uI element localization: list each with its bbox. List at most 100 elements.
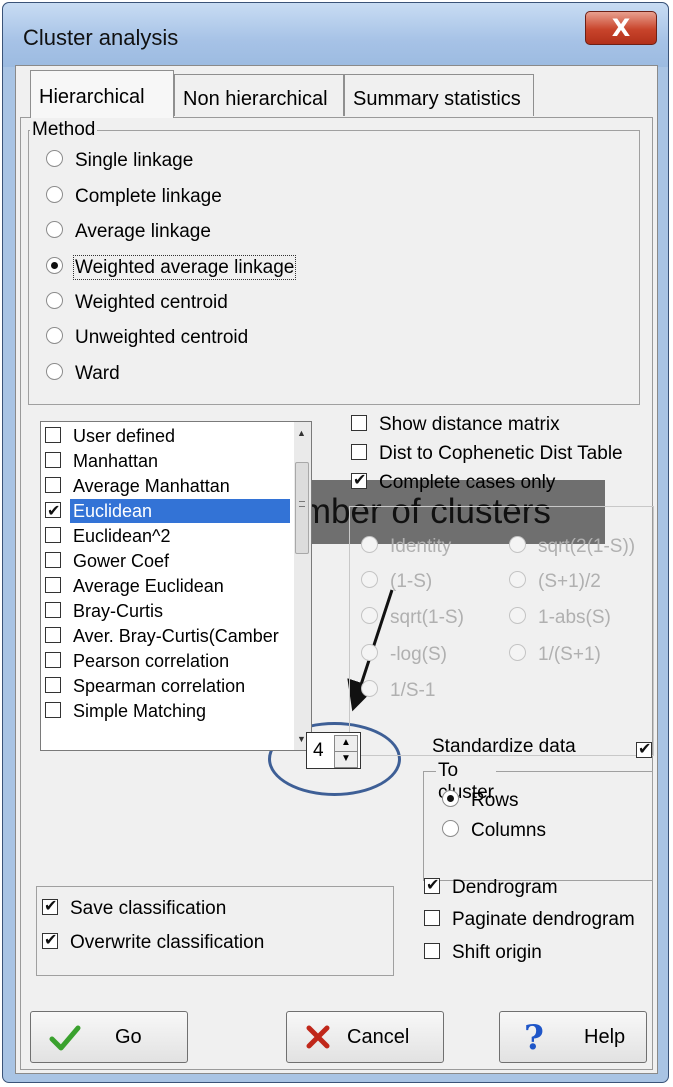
cancel-button[interactable]: Cancel: [286, 1011, 444, 1063]
help-button-label: Help: [584, 1026, 626, 1048]
distance-listbox[interactable]: User defined Manhattan Average Manhattan…: [40, 421, 312, 751]
list-item[interactable]: Euclidean: [41, 499, 296, 524]
scroll-up-icon[interactable]: ▲: [297, 428, 306, 438]
go-button[interactable]: Go: [30, 1011, 188, 1063]
list-item[interactable]: Average Euclidean: [41, 574, 296, 599]
radio-indicator: [46, 363, 63, 381]
checkbox-label: Show distance matrix: [379, 414, 560, 435]
paginate-dendrogram-checkbox[interactable]: Paginate dendrogram: [424, 909, 635, 931]
list-checkbox[interactable]: [45, 702, 61, 719]
list-item[interactable]: Gower Coef: [41, 549, 296, 574]
radio-indicator: [46, 186, 63, 204]
standardize-label: Standardize data: [432, 736, 576, 757]
dendrogram-checkbox[interactable]: Dendrogram: [424, 875, 558, 899]
list-item[interactable]: Simple Matching: [41, 699, 296, 724]
method-group-label: Method: [30, 119, 98, 141]
checkbox-label: Save classification: [70, 898, 227, 919]
radio-identity[interactable]: Identity: [361, 536, 451, 558]
radio-columns[interactable]: Columns: [442, 820, 546, 842]
radio-label: sqrt(1-S): [390, 607, 464, 628]
list-checkbox[interactable]: [45, 577, 61, 594]
radio-indicator: [509, 571, 526, 589]
checkbox-box: [424, 909, 440, 926]
overwrite-classification-checkbox[interactable]: Overwrite classification: [42, 930, 265, 954]
list-item[interactable]: Pearson correlation: [41, 649, 296, 674]
radio-weighted-average-linkage[interactable]: Weighted average linkage: [46, 255, 297, 280]
spin-up-icon[interactable]: ▲: [334, 735, 358, 752]
radio-1-minus-s[interactable]: (1-S): [361, 571, 432, 593]
list-item[interactable]: Euclidean^2: [41, 524, 296, 549]
scroll-thumb[interactable]: [295, 462, 309, 554]
scroll-down-icon[interactable]: ▼: [297, 734, 306, 744]
list-checkbox[interactable]: [45, 427, 61, 444]
radio-label: Weighted centroid: [75, 292, 228, 313]
shift-origin-checkbox[interactable]: Shift origin: [424, 942, 542, 964]
radio-weighted-centroid[interactable]: Weighted centroid: [46, 292, 228, 314]
list-checkbox[interactable]: [45, 652, 61, 669]
radio-1-abs-s[interactable]: 1-abs(S): [509, 607, 611, 629]
list-item[interactable]: Aver. Bray-Curtis(Camber: [41, 624, 296, 649]
radio-neg-log-s[interactable]: -log(S): [361, 644, 447, 666]
radio-label: Identity: [390, 536, 452, 557]
checkbox-label: Dist to Cophenetic Dist Table: [379, 443, 623, 464]
spin-down-icon[interactable]: ▼: [334, 751, 358, 768]
radio-label: 1-abs(S): [538, 607, 611, 628]
radio-average-linkage[interactable]: Average linkage: [46, 221, 211, 243]
radio-label: Columns: [471, 820, 546, 841]
radio-unweighted-centroid[interactable]: Unweighted centroid: [46, 327, 248, 349]
dialog-window: Cluster analysis X Hierarchical Non hier…: [2, 2, 669, 1083]
question-icon: ?: [524, 1018, 544, 1058]
radio-1-over-s-minus-1[interactable]: 1/S-1: [361, 680, 435, 702]
list-checkbox[interactable]: [45, 499, 61, 523]
radio-complete-linkage[interactable]: Complete linkage: [46, 186, 222, 208]
radio-indicator: [442, 790, 459, 808]
list-checkbox[interactable]: [45, 527, 61, 544]
list-item-label: Aver. Bray-Curtis(Camber: [73, 626, 279, 646]
radio-indicator: [46, 221, 63, 239]
radio-label: Rows: [471, 790, 519, 811]
dist-cophenetic-checkbox[interactable]: Dist to Cophenetic Dist Table: [351, 443, 623, 465]
list-item-label: Simple Matching: [73, 701, 207, 721]
radio-indicator: [46, 150, 63, 168]
clusters-value[interactable]: 4: [313, 740, 324, 762]
list-item[interactable]: Bray-Curtis: [41, 599, 296, 624]
radio-sqrt-2-1-s[interactable]: sqrt(2(1-S)): [509, 536, 635, 558]
radio-sqrt-1-s[interactable]: sqrt(1-S): [361, 607, 464, 629]
standardize-checkbox[interactable]: [636, 739, 652, 758]
radio-label: Average linkage: [75, 221, 211, 242]
radio-label: Single linkage: [75, 150, 194, 171]
show-distance-matrix-checkbox[interactable]: Show distance matrix: [351, 414, 560, 436]
list-item[interactable]: Average Manhattan: [41, 474, 296, 499]
checkbox-label: Overwrite classification: [70, 932, 265, 953]
checkbox-box: [351, 443, 367, 460]
radio-rows[interactable]: Rows: [442, 790, 519, 812]
list-checkbox[interactable]: [45, 452, 61, 469]
list-item-label: Manhattan: [73, 451, 159, 471]
radio-1-over-s-plus-1[interactable]: 1/(S+1): [509, 644, 601, 666]
list-checkbox[interactable]: [45, 552, 61, 569]
list-checkbox[interactable]: [45, 677, 61, 694]
radio-indicator: [46, 292, 63, 310]
complete-cases-checkbox[interactable]: Complete cases only: [351, 470, 555, 494]
tab-label: Hierarchical: [39, 86, 145, 108]
clusters-spinner[interactable]: 4 ▲ ▼: [306, 732, 361, 769]
tab-hierarchical[interactable]: Hierarchical: [30, 70, 174, 118]
radio-s-plus-1-half[interactable]: (S+1)/2: [509, 571, 601, 593]
radio-indicator: [361, 536, 378, 554]
help-button[interactable]: ? Help: [499, 1011, 647, 1063]
radio-ward[interactable]: Ward: [46, 363, 120, 385]
radio-indicator: [509, 536, 526, 554]
list-item[interactable]: Manhattan: [41, 449, 296, 474]
radio-indicator: [509, 644, 526, 662]
checkbox-box: [424, 942, 440, 959]
radio-single-linkage[interactable]: Single linkage: [46, 150, 193, 172]
list-scrollbar[interactable]: ▲ ▼: [294, 422, 311, 750]
save-classification-checkbox[interactable]: Save classification: [42, 896, 227, 920]
x-icon: [306, 1025, 330, 1049]
list-checkbox[interactable]: [45, 627, 61, 644]
list-item[interactable]: User defined: [41, 424, 296, 449]
list-item[interactable]: Spearman correlation: [41, 674, 296, 699]
list-checkbox[interactable]: [45, 477, 61, 494]
list-checkbox[interactable]: [45, 602, 61, 619]
radio-indicator: [442, 820, 459, 838]
